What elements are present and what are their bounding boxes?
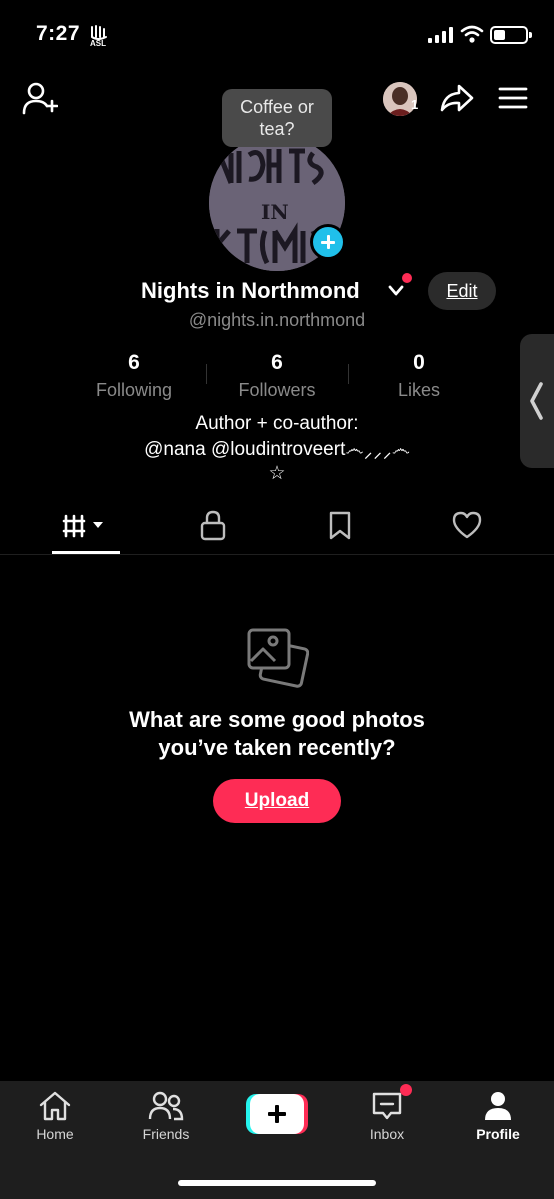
chevron-left-icon bbox=[530, 382, 543, 420]
profile-handle: @nights.in.northmond bbox=[188, 310, 366, 330]
tab-liked[interactable] bbox=[432, 508, 502, 548]
tab-divider bbox=[0, 554, 554, 555]
avatar-add-button[interactable] bbox=[310, 224, 346, 260]
nav-label: Friends bbox=[142, 1126, 190, 1142]
notification-dot bbox=[402, 273, 412, 283]
stat-label: Likes bbox=[397, 380, 441, 400]
cell-signal-icon bbox=[428, 27, 453, 43]
nav-home[interactable]: Home bbox=[10, 1090, 100, 1142]
svg-text:ASL: ASL bbox=[90, 39, 106, 47]
heart-icon bbox=[452, 511, 482, 539]
tab-favorites[interactable] bbox=[305, 508, 375, 548]
tab-videos[interactable] bbox=[51, 508, 121, 548]
stat-value: 0 bbox=[413, 351, 425, 374]
svg-text:IN: IN bbox=[261, 200, 289, 224]
upload-button[interactable]: Upload bbox=[213, 779, 341, 823]
nav-profile[interactable]: Profile bbox=[453, 1090, 543, 1142]
bookmark-icon bbox=[329, 511, 351, 540]
stat-followers[interactable]: 6 Followers bbox=[197, 350, 357, 402]
empty-state-title: What are some good photos you’ve taken r… bbox=[0, 706, 554, 762]
photos-icon bbox=[247, 628, 309, 688]
home-icon bbox=[39, 1091, 71, 1121]
status-time: 7:27 bbox=[36, 22, 81, 45]
nav-label: Profile bbox=[476, 1126, 520, 1142]
status-tooltip[interactable]: Coffee or tea? bbox=[222, 89, 332, 147]
bio-line: Author + co-author: bbox=[195, 413, 359, 434]
create-button[interactable] bbox=[246, 1094, 308, 1134]
sign-language-icon: ASL bbox=[90, 25, 107, 47]
stat-value: 6 bbox=[271, 351, 283, 374]
lock-icon bbox=[200, 510, 226, 541]
stat-label: Followers bbox=[238, 380, 316, 400]
friend-request-count: 1 bbox=[411, 97, 419, 112]
nav-label: Inbox bbox=[369, 1126, 405, 1142]
share-icon[interactable] bbox=[440, 83, 474, 113]
inbox-icon bbox=[372, 1092, 402, 1120]
edit-profile-button[interactable]: Edit bbox=[428, 272, 496, 310]
inbox-notification-dot bbox=[400, 1084, 412, 1096]
battery-icon bbox=[490, 26, 532, 44]
status-bar: 7:27 ASL bbox=[0, 0, 554, 70]
nav-label: Home bbox=[36, 1126, 74, 1142]
bio-line[interactable]: @nana @loudintroveert෴⸝⸝⸝෴ bbox=[0, 438, 554, 462]
stat-value: 6 bbox=[128, 351, 140, 374]
menu-icon[interactable] bbox=[498, 86, 528, 110]
tab-private[interactable] bbox=[178, 508, 248, 548]
stat-label: Following bbox=[95, 380, 173, 400]
profile-icon bbox=[485, 1092, 511, 1120]
bio-line: ☆ bbox=[268, 463, 286, 484]
chevron-down-icon[interactable] bbox=[388, 284, 404, 298]
side-drawer-handle[interactable] bbox=[520, 334, 554, 468]
wifi-icon bbox=[460, 25, 484, 43]
empty-state-title-line: you’ve taken recently? bbox=[158, 735, 396, 760]
home-indicator[interactable] bbox=[178, 1180, 376, 1186]
friends-icon bbox=[148, 1091, 184, 1121]
stat-following[interactable]: 6 Following bbox=[54, 350, 214, 402]
add-friend-icon[interactable] bbox=[22, 82, 58, 116]
grid-icon bbox=[62, 514, 103, 538]
battery-level bbox=[494, 30, 505, 40]
stat-likes[interactable]: 0 Likes bbox=[339, 350, 499, 402]
profile-name: Nights in Northmond bbox=[141, 278, 360, 303]
empty-state-title-line: What are some good photos bbox=[129, 707, 425, 732]
nav-inbox[interactable]: Inbox bbox=[342, 1090, 432, 1142]
nav-friends[interactable]: Friends bbox=[121, 1090, 211, 1142]
plus-icon bbox=[250, 1094, 304, 1134]
